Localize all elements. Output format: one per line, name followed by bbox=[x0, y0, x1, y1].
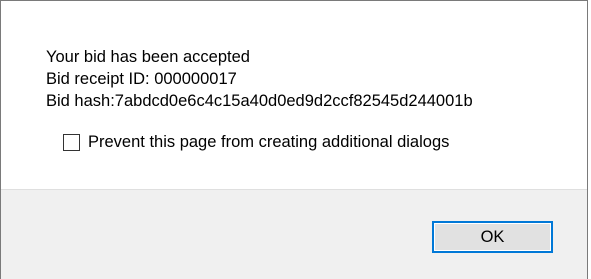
message-line-receipt-id: Bid receipt ID: 000000017 bbox=[46, 70, 237, 88]
ok-button[interactable]: OK bbox=[432, 221, 553, 253]
dialog-message: Your bid has been accepted Bid receipt I… bbox=[46, 46, 473, 112]
message-line-hash: Bid hash:7abdcd0e6c4c15a40d0ed9d2ccf8254… bbox=[46, 92, 473, 110]
prevent-dialogs-option[interactable]: Prevent this page from creating addition… bbox=[63, 132, 449, 152]
dialog-content: Your bid has been accepted Bid receipt I… bbox=[1, 1, 587, 189]
dialog-footer: OK bbox=[1, 189, 587, 279]
prevent-dialogs-label[interactable]: Prevent this page from creating addition… bbox=[88, 132, 449, 152]
prevent-dialogs-checkbox[interactable] bbox=[63, 133, 80, 151]
message-line-status: Your bid has been accepted bbox=[46, 48, 250, 66]
alert-dialog: Your bid has been accepted Bid receipt I… bbox=[0, 0, 588, 279]
